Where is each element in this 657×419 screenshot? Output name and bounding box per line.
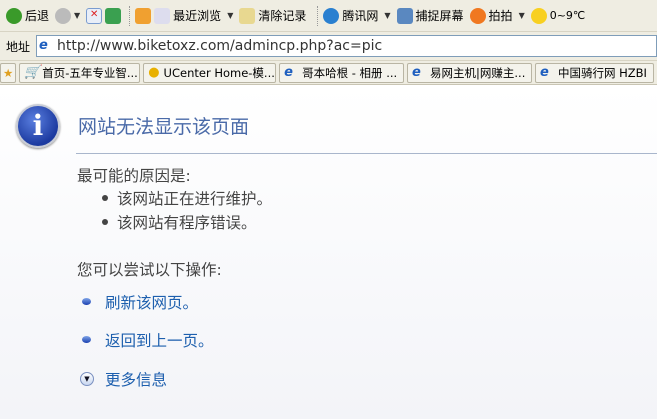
bell-icon: ● — [148, 64, 160, 80]
paipai-dropdown-icon[interactable]: ▼ — [519, 11, 525, 20]
qq-button[interactable]: 腾讯网 — [323, 7, 378, 24]
ie-page-icon: e — [412, 64, 421, 80]
address-input[interactable]: e http://www.biketoxz.com/admincp.php?ac=… — [36, 35, 657, 57]
clear-icon — [239, 7, 256, 24]
refresh-link[interactable]: 刷新该网页。 — [105, 291, 198, 313]
favorite-tab[interactable]: e 哥本哈根 - 相册 ... — [279, 62, 405, 83]
url-text: http://www.biketoxz.com/admincp.php?ac=p… — [57, 38, 383, 54]
actions-heading: 您可以尝试以下操作: — [77, 261, 222, 279]
back-arrow-icon — [6, 7, 22, 24]
info-icon: i — [16, 104, 60, 148]
capture-button[interactable]: 捕捉屏幕 — [396, 7, 464, 24]
qq-label: 腾讯网 — [342, 9, 379, 23]
favorite-label: 首页-五年专业智... — [42, 65, 138, 80]
divider — [129, 5, 131, 26]
weather-button[interactable]: 0~9℃ — [530, 7, 586, 24]
stop-icon[interactable]: ✕ — [86, 7, 103, 24]
back-button[interactable]: 后退 — [6, 7, 49, 24]
favorite-label: 易网主机|网赚主... — [430, 65, 526, 80]
recent-dropdown-icon[interactable]: ▼ — [227, 11, 233, 20]
back-label: 后退 — [25, 9, 50, 23]
favorite-tab[interactable]: ● UCenter Home-模... — [143, 62, 277, 83]
bullet-icon — [82, 298, 91, 305]
favorite-tab[interactable]: 🛒 首页-五年专业智... — [19, 62, 141, 83]
recent-label: 最近浏览 — [173, 9, 222, 23]
qq-dropdown-icon[interactable]: ▼ — [384, 11, 390, 20]
divider — [76, 153, 657, 154]
favorite-label: 哥本哈根 - 相册 ... — [302, 65, 398, 80]
ie-page-icon: e — [284, 64, 293, 80]
refresh-icon[interactable] — [105, 7, 122, 24]
clear-label: 清除记录 — [258, 9, 307, 23]
paipai-label: 拍拍 — [488, 9, 513, 23]
ie-page-icon: e — [539, 64, 549, 80]
ie-page-icon: e — [39, 38, 48, 53]
sun-icon — [530, 7, 547, 24]
bullet — [102, 219, 108, 225]
paipai-icon — [469, 7, 486, 24]
qq-logo-icon — [323, 7, 340, 24]
reason-item: 该网站有程序错误。 — [117, 214, 257, 232]
browser-toolbar: 后退 ▼ ✕ 最近浏览 ▼ 清除记录 腾讯网 ▼ 捕捉屏幕 拍拍 ▼ 0~9℃ — [0, 0, 657, 32]
more-info-link[interactable]: 更多信息 — [105, 368, 167, 390]
reason-item: 该网站正在进行维护。 — [117, 190, 273, 208]
capture-label: 捕捉屏幕 — [415, 9, 464, 23]
address-label: 地址 — [6, 39, 31, 54]
home-icon[interactable] — [135, 7, 152, 24]
address-bar: 地址 e http://www.biketoxz.com/admincp.php?… — [0, 32, 657, 61]
favorite-label: UCenter Home-模... — [163, 65, 275, 80]
history-icon — [154, 7, 171, 24]
recent-button[interactable]: 最近浏览 — [154, 7, 221, 24]
expand-chevron-icon[interactable]: ▼ — [80, 372, 94, 386]
favorites-bar: ★ 🛒 首页-五年专业智... ● UCenter Home-模... e 哥本哈根 … — [0, 61, 657, 85]
forward-dropdown-icon[interactable]: ▼ — [74, 11, 80, 20]
paipai-button[interactable]: 拍拍 — [469, 7, 513, 24]
bullet-icon — [82, 336, 91, 343]
favorite-label: 中国骑行网 HZBI — [557, 65, 647, 80]
error-page: i 网站无法显示该页面 最可能的原因是: 该网站正在进行维护。 该网站有程序错误… — [0, 86, 657, 419]
weather-label: 0~9℃ — [549, 9, 586, 22]
favorite-tab[interactable]: e 易网主机|网赚主... — [407, 62, 532, 83]
reasons-heading: 最可能的原因是: — [77, 167, 191, 185]
back-link[interactable]: 返回到上一页。 — [105, 329, 214, 351]
cart-icon: 🛒 — [24, 64, 41, 80]
favorites-star-button[interactable]: ★ — [0, 62, 17, 83]
clear-history-button[interactable]: 清除记录 — [239, 7, 306, 24]
divider — [317, 5, 319, 26]
bullet — [102, 195, 108, 201]
forward-icon[interactable] — [55, 7, 72, 24]
screenshot-icon — [396, 7, 413, 24]
page-title: 网站无法显示该页面 — [78, 116, 250, 138]
favorite-tab[interactable]: e 中国骑行网 HZBI — [534, 62, 654, 83]
